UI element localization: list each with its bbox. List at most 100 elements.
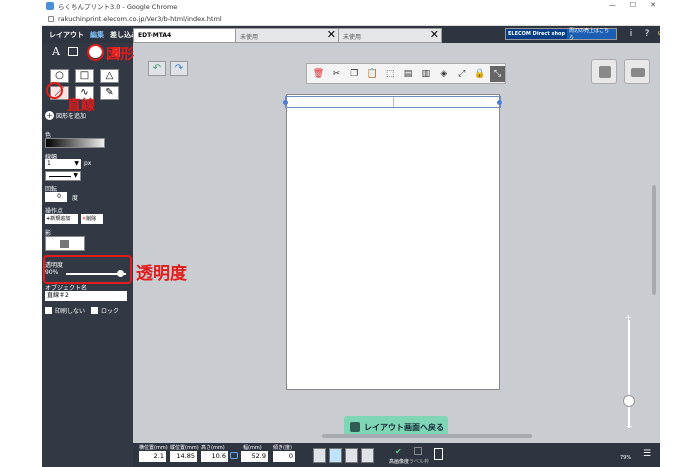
color-picker[interactable] bbox=[45, 138, 105, 148]
transform-icon[interactable]: ⤢ bbox=[454, 66, 469, 82]
floating-toolbar: 🗑 ✂ ❐ 📋 ⬚ ▤ ▥ ◈ ⤢ 🔒 ⤡ bbox=[306, 63, 506, 84]
status-bar: 横位置(mm) 2.1 縦位置(mm) 14.85 高さ(mm) 10.6 幅(… bbox=[133, 443, 660, 467]
width-label: 幅(mm) bbox=[243, 445, 262, 451]
close-tab-icon[interactable]: ✕ bbox=[327, 29, 336, 41]
close-tab-icon[interactable]: ✕ bbox=[430, 29, 439, 41]
delete-point-button[interactable]: ✕削除 bbox=[81, 214, 103, 224]
layer-icon[interactable]: ◈ bbox=[436, 66, 451, 82]
align-center-button[interactable] bbox=[329, 448, 342, 463]
opacity-annotation-text: 透明度 bbox=[136, 264, 187, 284]
undo-icon[interactable]: ↺ bbox=[655, 27, 660, 41]
window-controls: — ☐ ✕ bbox=[609, 1, 656, 9]
elecom-link[interactable]: 周辺の売上はこちら bbox=[567, 28, 616, 41]
line-style-preview bbox=[49, 176, 71, 177]
selected-line-object[interactable] bbox=[285, 96, 501, 108]
tilt-input[interactable]: 0 bbox=[273, 451, 295, 462]
selection-center-line bbox=[393, 97, 394, 107]
cut-icon[interactable]: ✂ bbox=[329, 66, 344, 82]
zoom-slider-knob[interactable] bbox=[623, 395, 635, 407]
doc-tab-label: 未使用 bbox=[240, 34, 259, 41]
title-bar: らくちんプリント3.0 - Google Chrome — ☐ ✕ bbox=[42, 0, 660, 12]
lock-object-icon[interactable]: 🔒 bbox=[472, 66, 487, 82]
object-name-input[interactable]: 直線＃2 bbox=[45, 291, 127, 301]
menu-icon[interactable]: ☰ bbox=[643, 449, 651, 459]
zoom-slider[interactable] bbox=[628, 320, 630, 428]
maximize-icon[interactable]: ☐ bbox=[630, 1, 636, 9]
line-width-select[interactable]: 1 ▼ bbox=[45, 159, 81, 169]
align-justify-button[interactable] bbox=[361, 448, 374, 463]
y-input[interactable]: 14.85 bbox=[170, 451, 197, 462]
redo-button[interactable]: ↷ bbox=[170, 61, 188, 76]
zoom-value: 79% bbox=[620, 455, 632, 461]
tab-layout[interactable]: レイアウト bbox=[46, 30, 87, 40]
align-icon[interactable]: ▤ bbox=[401, 66, 416, 82]
rotation-input[interactable]: 0 bbox=[45, 192, 67, 202]
doc-tab-2[interactable]: 未使用 ✕ bbox=[235, 28, 339, 43]
close-window-icon[interactable]: ✕ bbox=[650, 1, 656, 9]
align-right-button[interactable] bbox=[345, 448, 358, 463]
copy-icon[interactable]: ❐ bbox=[347, 66, 362, 82]
vertical-scrollbar[interactable] bbox=[652, 185, 656, 295]
shadow-button[interactable] bbox=[45, 236, 85, 251]
shape-annotation-circle bbox=[87, 44, 104, 61]
link-ratio-icon[interactable] bbox=[230, 452, 238, 459]
url-text: rakuchinprint.elecom.co.jp/Ver3/b-html/i… bbox=[58, 14, 222, 23]
doc-tab-3[interactable]: 未使用 ✕ bbox=[338, 28, 442, 43]
line-annotation-circle bbox=[46, 82, 63, 99]
tilt-label: 傾き(度) bbox=[273, 445, 292, 451]
elecom-banner[interactable]: ELECOM Direct shop 周辺の売上はこちら bbox=[505, 28, 617, 41]
align-left-button[interactable] bbox=[313, 448, 326, 463]
undo-button[interactable]: ↶ bbox=[148, 61, 166, 76]
hq-label: 高画像度 bbox=[389, 459, 410, 465]
paste-icon[interactable]: 📋 bbox=[365, 66, 380, 82]
line-endpoint-handle-left[interactable] bbox=[283, 100, 288, 105]
x-label: 横位置(mm) bbox=[139, 445, 168, 451]
lock-checkbox[interactable] bbox=[91, 307, 98, 314]
dropdown-arrow-icon: ▼ bbox=[74, 160, 79, 167]
opacity-annotation-box bbox=[43, 255, 132, 284]
info-icon[interactable]: i bbox=[625, 27, 637, 41]
add-point-button[interactable]: +新規追加 bbox=[45, 214, 78, 224]
tab-edit[interactable]: 編集 bbox=[87, 30, 107, 40]
no-print-checkbox[interactable] bbox=[45, 307, 52, 314]
polygon-shape-button[interactable]: △ bbox=[100, 69, 119, 83]
shape-annotation-text: 図形 bbox=[106, 47, 134, 63]
select-frame-icon[interactable]: ⬚ bbox=[383, 66, 398, 82]
line-width-unit: px bbox=[84, 160, 92, 167]
browser-window: らくちんプリント3.0 - Google Chrome — ☐ ✕ rakuch… bbox=[42, 0, 660, 467]
label-frame-icon[interactable] bbox=[414, 447, 422, 455]
width-input[interactable]: 52.9 bbox=[241, 451, 268, 462]
text-tool-icon[interactable]: A bbox=[52, 45, 60, 58]
app-favicon-icon bbox=[46, 2, 54, 10]
label-frame-label: ラベル枠 bbox=[409, 459, 430, 465]
image-tool-icon[interactable] bbox=[68, 47, 78, 56]
doc-tab-label: 未使用 bbox=[343, 34, 362, 41]
paper-sheet[interactable] bbox=[286, 94, 500, 390]
save-button[interactable] bbox=[591, 59, 617, 84]
address-bar[interactable]: rakuchinprint.elecom.co.jp/Ver3/b-html/i… bbox=[42, 12, 660, 26]
y-label: 縦位置(mm) bbox=[170, 445, 199, 451]
line-annotation-text: 直線 bbox=[67, 98, 95, 114]
trash-icon[interactable]: 🗑 bbox=[311, 66, 326, 82]
minimize-icon[interactable]: — bbox=[609, 1, 616, 9]
circle-shape-button[interactable]: ○ bbox=[50, 69, 69, 83]
elecom-brand: ELECOM Direct shop bbox=[506, 29, 568, 39]
zoom-out-icon[interactable]: − bbox=[626, 422, 633, 431]
plus-icon: + bbox=[45, 111, 54, 120]
help-icon[interactable]: ? bbox=[641, 27, 653, 41]
paper-size-icon[interactable] bbox=[434, 448, 443, 460]
doc-tab-label: EDT-MTA4 bbox=[138, 32, 172, 39]
horizontal-scrollbar[interactable] bbox=[322, 434, 532, 438]
height-input[interactable]: 10.6 bbox=[201, 451, 228, 462]
height-label: 高さ(mm) bbox=[201, 445, 225, 451]
checkmark-icon[interactable]: ✔ bbox=[395, 447, 402, 456]
pen-shape-button[interactable]: ✎ bbox=[100, 86, 119, 100]
distribute-icon[interactable]: ▥ bbox=[418, 66, 433, 82]
line-style-select[interactable]: ▼ bbox=[45, 171, 81, 181]
printer-icon bbox=[631, 68, 645, 77]
rect-shape-button[interactable]: □ bbox=[75, 69, 94, 83]
print-button[interactable] bbox=[624, 59, 650, 84]
toolbar-close-icon[interactable]: ⤡ bbox=[490, 65, 505, 82]
x-input[interactable]: 2.1 bbox=[139, 451, 166, 462]
line-endpoint-handle-right[interactable] bbox=[497, 100, 502, 105]
